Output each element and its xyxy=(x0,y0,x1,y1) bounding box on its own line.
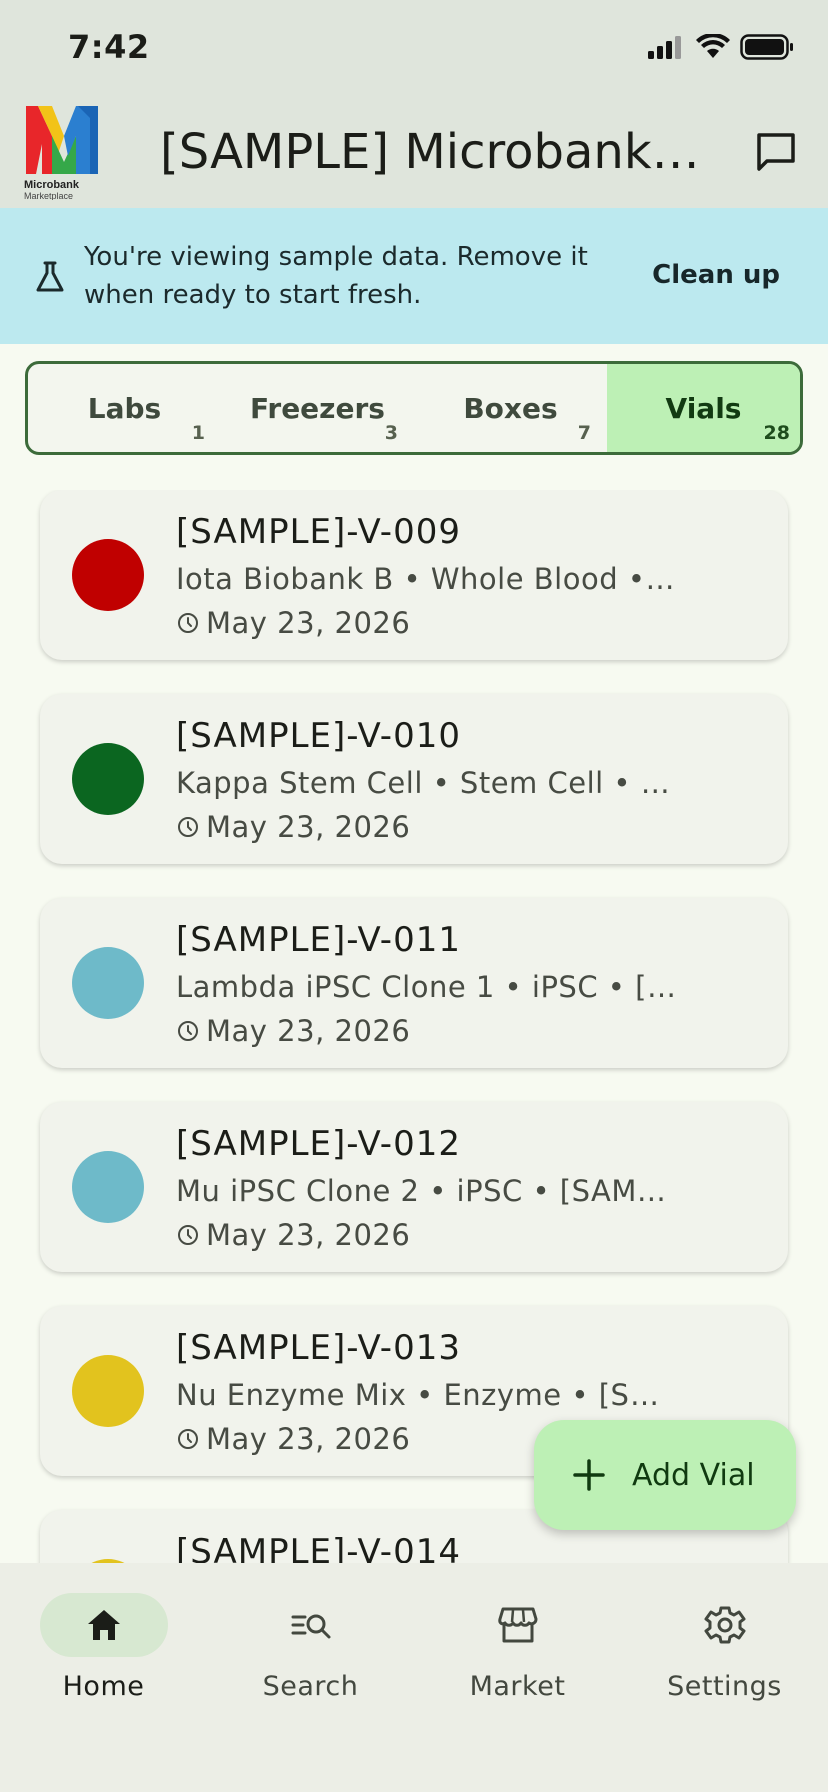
home-icon xyxy=(87,1610,120,1640)
vial-card[interactable]: [SAMPLE]-V-011 Lambda iPSC Clone 1 • iPS… xyxy=(40,898,788,1068)
vial-id: [SAMPLE]-V-011 xyxy=(176,920,461,960)
chat-bubble-icon xyxy=(757,133,795,171)
vial-subtitle: Mu iPSC Clone 2 • iPSC • [SAMPLE] xyxy=(176,1174,676,1208)
chat-button[interactable] xyxy=(748,124,804,180)
vial-list[interactable]: [SAMPLE]-V-009 Iota Biobank B • Whole Bl… xyxy=(0,490,828,1563)
vial-color-dot xyxy=(72,1355,144,1427)
vial-id: [SAMPLE]-V-014 xyxy=(176,1532,461,1563)
page-title: [SAMPLE] Microbank Marketplace xyxy=(160,124,700,180)
nav-label: Market xyxy=(469,1671,566,1702)
clock-icon xyxy=(178,817,198,837)
vial-id: [SAMPLE]-V-009 xyxy=(176,512,461,552)
bottom-nav: Home Search Market Settings xyxy=(0,1563,828,1792)
vial-card[interactable]: [SAMPLE]-V-012 Mu iPSC Clone 2 • iPSC • … xyxy=(40,1102,788,1272)
sample-data-banner: You're viewing sample data. Remove it wh… xyxy=(0,208,828,344)
clock-icon xyxy=(178,1429,198,1449)
vial-subtitle: Kappa Stem Cell • Stem Cell • [SAMPLE] xyxy=(176,766,676,800)
vial-color-dot xyxy=(72,743,144,815)
clean-up-button[interactable]: Clean up xyxy=(652,260,780,290)
status-bar: 7:42 xyxy=(0,0,828,100)
nav-settings[interactable]: Settings xyxy=(621,1593,828,1702)
add-vial-button[interactable]: Add Vial xyxy=(534,1420,796,1530)
vial-date: May 23, 2026 xyxy=(176,1218,410,1252)
gear-icon xyxy=(704,1606,745,1644)
nav-label: Home xyxy=(62,1671,145,1702)
app-header: Microbank Marketplace [SAMPLE] Microbank… xyxy=(0,100,828,208)
vial-card[interactable]: [SAMPLE]-V-009 Iota Biobank B • Whole Bl… xyxy=(40,490,788,660)
vial-id: [SAMPLE]-V-013 xyxy=(176,1328,461,1368)
vial-subtitle: Lambda iPSC Clone 1 • iPSC • [SAMPLE] xyxy=(176,970,676,1004)
tab-label: Vials xyxy=(665,391,742,425)
vial-date-text: May 23, 2026 xyxy=(206,1014,411,1048)
vial-color-dot xyxy=(72,1151,144,1223)
tab-count: 28 xyxy=(763,422,790,444)
battery-icon xyxy=(740,34,793,60)
nav-pill xyxy=(39,1593,168,1657)
vial-date: May 23, 2026 xyxy=(176,1422,410,1456)
signal-icon xyxy=(648,36,681,59)
tab-labs[interactable]: Labs 1 xyxy=(28,364,221,452)
vial-card[interactable]: [SAMPLE]-V-010 Kappa Stem Cell • Stem Ce… xyxy=(40,694,788,864)
tab-label: Labs xyxy=(87,391,162,425)
vial-date: May 23, 2026 xyxy=(176,1014,410,1048)
vial-color-dot xyxy=(72,947,144,1019)
wifi-icon xyxy=(696,34,730,58)
vial-date-text: May 23, 2026 xyxy=(206,606,411,640)
tab-label: Freezers xyxy=(250,391,385,425)
vial-date: May 23, 2026 xyxy=(176,810,410,844)
add-vial-label: Add Vial xyxy=(632,1457,755,1493)
nav-label: Settings xyxy=(667,1671,782,1702)
tab-freezers[interactable]: Freezers 3 xyxy=(221,364,414,452)
status-icons xyxy=(646,34,794,60)
clock-icon xyxy=(178,613,198,633)
storefront-icon xyxy=(497,1607,537,1643)
vial-date-text: May 23, 2026 xyxy=(206,1218,411,1252)
vial-id: [SAMPLE]-V-010 xyxy=(176,716,461,756)
microbank-logo[interactable]: Microbank Marketplace xyxy=(24,104,106,201)
tab-label: Boxes xyxy=(463,391,558,425)
segmented-tabs: Labs 1 Freezers 3 Boxes 7 Vials 28 xyxy=(25,361,803,455)
clock-icon xyxy=(178,1225,198,1245)
vial-date-text: May 23, 2026 xyxy=(206,1422,411,1456)
tab-count: 3 xyxy=(384,422,398,444)
vial-subtitle: Iota Biobank B • Whole Blood • [SAMPLE] xyxy=(176,562,676,596)
vial-date: May 23, 2026 xyxy=(176,606,410,640)
nav-label: Search xyxy=(262,1671,359,1702)
logo-subtext: Marketplace xyxy=(24,191,73,200)
banner-message: You're viewing sample data. Remove it wh… xyxy=(84,242,588,310)
tab-boxes[interactable]: Boxes 7 xyxy=(414,364,607,452)
clock-icon xyxy=(178,1021,198,1041)
nav-pill xyxy=(454,1593,582,1657)
flask-icon xyxy=(36,261,64,292)
nav-pill xyxy=(661,1593,789,1657)
nav-home[interactable]: Home xyxy=(0,1593,207,1702)
logo-text: Microbank xyxy=(24,179,80,191)
plus-icon xyxy=(573,1459,605,1491)
nav-market[interactable]: Market xyxy=(414,1593,621,1702)
nav-pill xyxy=(247,1593,375,1657)
search-list-icon xyxy=(291,1614,330,1639)
tab-count: 1 xyxy=(191,422,205,444)
vial-color-dot xyxy=(72,539,144,611)
status-time: 7:42 xyxy=(68,28,150,66)
tab-vials[interactable]: Vials 28 xyxy=(607,364,800,452)
vial-date-text: May 23, 2026 xyxy=(206,810,411,844)
vial-subtitle: Nu Enzyme Mix • Enzyme • [SAMPLE] xyxy=(176,1378,676,1412)
vial-id: [SAMPLE]-V-012 xyxy=(176,1124,461,1164)
nav-search[interactable]: Search xyxy=(207,1593,414,1702)
tab-count: 7 xyxy=(577,422,591,444)
